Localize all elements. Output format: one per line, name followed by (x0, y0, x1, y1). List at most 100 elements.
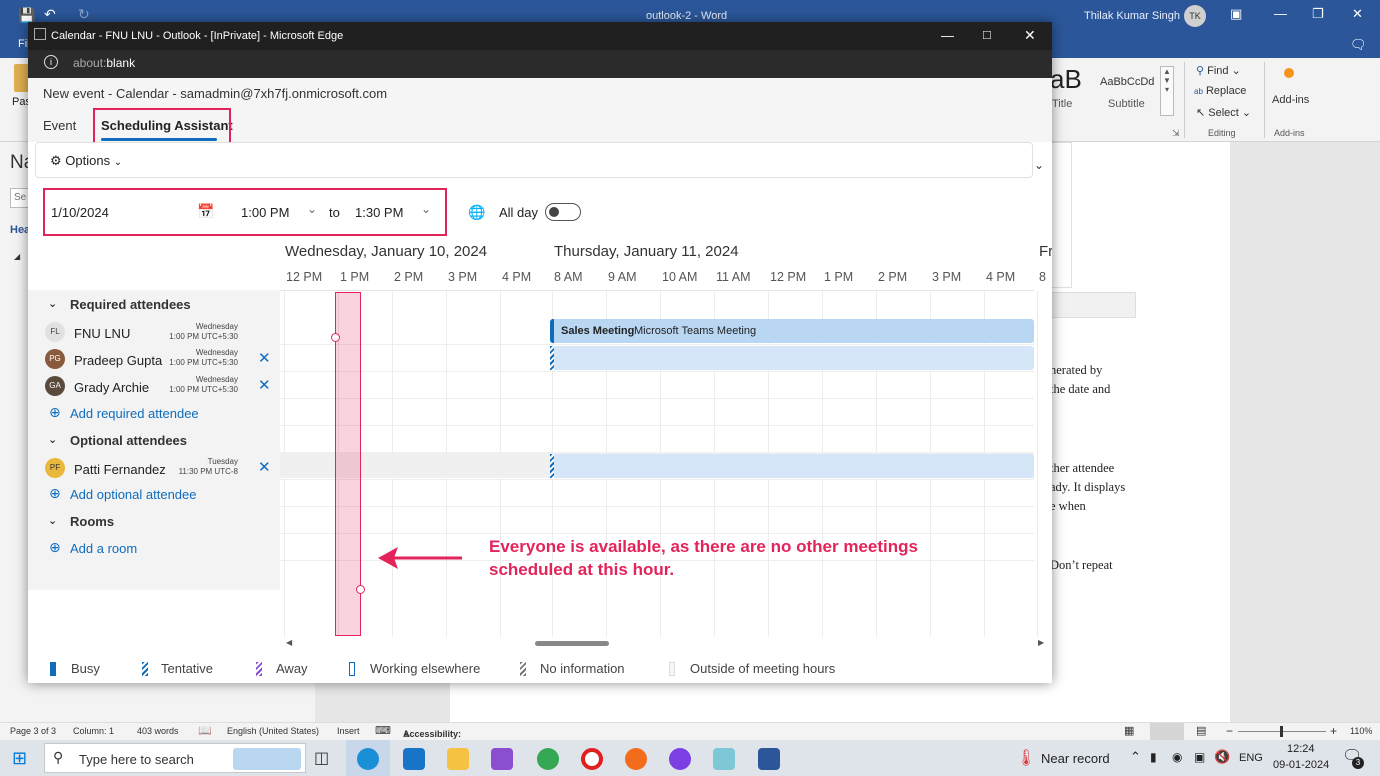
close-icon[interactable]: ✕ (1352, 6, 1363, 22)
visual-studio-taskbar-icon[interactable] (491, 748, 513, 770)
edge-window-title: Calendar - FNU LNU - Outlook - [InPrivat… (51, 30, 344, 42)
chevron-down-icon: ⌄ (1231, 65, 1241, 77)
zoom-level[interactable]: 110% (1350, 726, 1372, 736)
focus-icon[interactable]: ▦ (1124, 724, 1134, 737)
redo-icon[interactable]: ↻ (78, 6, 90, 23)
word-user-name[interactable]: Thilak Kumar Singh (1084, 10, 1180, 22)
slot-end-handle[interactable] (356, 585, 365, 594)
remove-attendee-icon[interactable]: ✕ (258, 376, 271, 394)
tray-chevron-icon[interactable]: ⌃ (1130, 749, 1141, 765)
keyboard-icon[interactable]: ⌨ (375, 724, 391, 737)
windows-start-icon[interactable]: ⊞ (12, 748, 27, 769)
taskbar-search-box[interactable]: ⚲ Type here to search (44, 743, 306, 773)
style-subtitle-preview[interactable]: AaBbCcDd (1100, 76, 1154, 88)
tab-event[interactable]: Event (43, 118, 76, 133)
remove-attendee-icon[interactable]: ✕ (258, 349, 271, 367)
zoom-in-icon[interactable]: + (1330, 724, 1337, 738)
opera-taskbar-icon[interactable] (581, 748, 603, 770)
restore-icon[interactable]: ❐ (1312, 6, 1324, 22)
ribbon-divider (1264, 62, 1265, 138)
scroll-right-icon[interactable]: ▶ (1038, 638, 1044, 647)
meeting-subtitle: Microsoft Teams Meeting (634, 325, 757, 337)
addins-icon[interactable] (1284, 68, 1294, 78)
battery-icon[interactable]: ▮ (1150, 750, 1157, 764)
file-explorer-taskbar-icon[interactable] (447, 748, 469, 770)
thermometer-icon[interactable]: 🌡 (1016, 748, 1036, 768)
remove-attendee-icon[interactable]: ✕ (258, 458, 271, 476)
hour-label: 12 PM (286, 270, 323, 284)
undo-icon[interactable]: ↶ (44, 6, 56, 23)
collapse-triangle-icon[interactable]: ◢ (14, 252, 20, 261)
expand-chevron-icon[interactable]: ⌄ (1034, 158, 1044, 172)
chevron-down-icon[interactable]: ⌄ (307, 202, 317, 216)
end-time-select[interactable]: 1:30 PM (355, 205, 403, 220)
select-button[interactable]: ↖ Select ⌄ (1196, 106, 1251, 119)
insert-mode[interactable]: Insert (337, 726, 360, 736)
maximize-icon[interactable]: □ (983, 27, 991, 42)
clock-time[interactable]: 12:24 (1287, 743, 1315, 755)
style-subtitle-name[interactable]: Subtitle (1108, 98, 1145, 110)
date-time-row: 1/10/2024 📅 1:00 PM ⌄ to 1:30 PM ⌄ (45, 190, 445, 234)
proofing-icon[interactable]: 📖 (198, 724, 212, 737)
chevron-down-icon[interactable]: ⌄ (421, 202, 431, 216)
edge-address-bar[interactable]: i about:blank (28, 50, 1052, 78)
word-taskbar-icon[interactable] (758, 748, 780, 770)
page-count[interactable]: Page 3 of 3 (10, 726, 56, 736)
network-icon[interactable]: ◉ (1172, 750, 1182, 764)
styles-scroll[interactable]: ▲ ▼ ▾ (1160, 66, 1174, 116)
edge-title-bar: Calendar - FNU LNU - Outlook - [InPrivat… (28, 22, 1052, 50)
time-zone-icon[interactable]: 🌐 (468, 204, 485, 221)
selected-time-slot[interactable] (335, 292, 361, 636)
find-icon: ⚲ (1196, 65, 1205, 77)
display-icon[interactable]: ▣ (1194, 750, 1205, 764)
input-language[interactable]: ENG (1239, 752, 1263, 764)
start-date-input[interactable]: 1/10/2024 (51, 205, 109, 220)
clock-date[interactable]: 09-01-2024 (1273, 759, 1329, 771)
start-time-select[interactable]: 1:00 PM (241, 205, 289, 220)
options-button[interactable]: ⚙ Options ⌄ (50, 153, 122, 169)
grid-row-line (280, 398, 1034, 399)
style-title-preview[interactable]: aB (1050, 64, 1082, 95)
add-circle-icon: ⊕ (49, 485, 61, 501)
replace-button[interactable]: ab Replace (1194, 85, 1246, 97)
ribbon-display-icon[interactable]: ▣ (1230, 6, 1242, 22)
style-title-name[interactable]: Title (1052, 98, 1072, 110)
addins-button[interactable]: Add-ins (1272, 94, 1309, 106)
calendar-icon[interactable]: 📅 (197, 203, 214, 220)
edge-taskbar-icon[interactable] (357, 748, 379, 770)
word-count[interactable]: 403 words (137, 726, 179, 736)
zoom-slider-thumb[interactable] (1280, 726, 1283, 737)
nav-search-placeholder: Se (14, 192, 27, 203)
zoom-out-icon[interactable]: − (1226, 724, 1233, 738)
app-taskbar-icon[interactable] (713, 748, 735, 770)
print-layout-icon[interactable] (1150, 723, 1184, 741)
search-icon: ⚲ (53, 749, 64, 765)
minimize-icon[interactable]: — (1274, 6, 1287, 21)
language-indicator[interactable]: English (United States) (227, 726, 319, 736)
slot-start-handle[interactable] (331, 333, 340, 342)
styles-dialog-launcher[interactable]: ⇲ (1172, 128, 1180, 139)
volume-muted-icon[interactable]: 🔇 (1214, 749, 1230, 765)
all-day-toggle[interactable] (545, 203, 581, 221)
horizontal-scrollbar-thumb[interactable] (535, 641, 609, 646)
close-icon[interactable]: ✕ (1024, 27, 1036, 44)
busy-block[interactable]: Sales Meeting Microsoft Teams Meeting (550, 319, 1034, 343)
task-view-icon[interactable]: ◫ (314, 748, 329, 768)
chevron-down-icon: ⌄ (1241, 107, 1252, 119)
minimize-icon[interactable]: — (941, 28, 954, 43)
web-layout-icon[interactable]: ▤ (1196, 724, 1206, 737)
attendee-local-clock: 1:00 PM UTC+5:30 (169, 332, 238, 341)
info-icon[interactable]: i (44, 55, 58, 69)
user-avatar[interactable]: TK (1184, 5, 1206, 27)
comments-icon[interactable]: 🗨 (1350, 37, 1367, 53)
app-taskbar-icon[interactable] (669, 748, 691, 770)
find-button[interactable]: ⚲ Find ⌄ (1196, 64, 1241, 77)
column-indicator[interactable]: Column: 1 (73, 726, 114, 736)
firefox-taskbar-icon[interactable] (625, 748, 647, 770)
scroll-left-icon[interactable]: ◀ (286, 638, 292, 647)
schedule-grid[interactable]: Sales Meeting Microsoft Teams Meeting (280, 290, 1038, 637)
weather-text[interactable]: Near record (1041, 751, 1110, 766)
mail-taskbar-icon[interactable] (403, 748, 425, 770)
sliders-icon: ⚙ (50, 153, 62, 168)
chrome-taskbar-icon[interactable] (537, 748, 559, 770)
